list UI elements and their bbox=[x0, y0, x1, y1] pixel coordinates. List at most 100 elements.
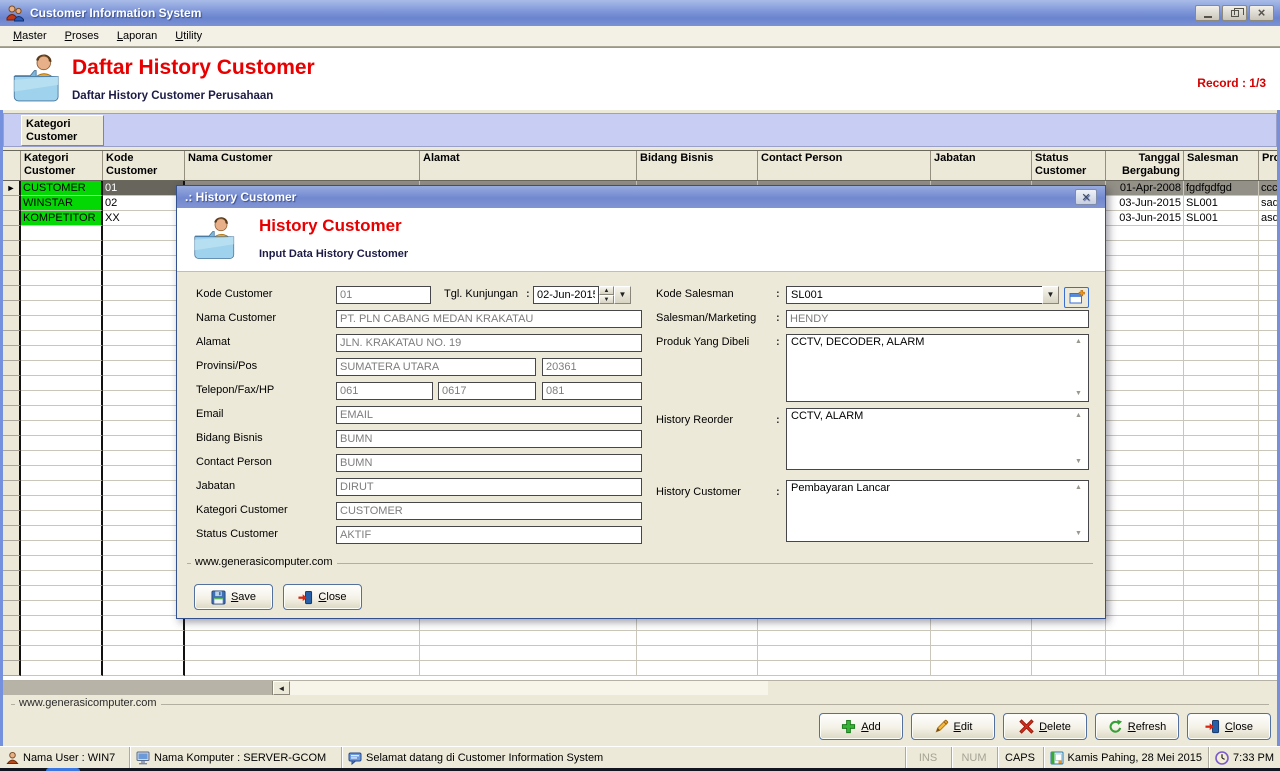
pos-field[interactable] bbox=[542, 358, 642, 376]
row-selector[interactable] bbox=[3, 196, 21, 211]
telepon-field[interactable] bbox=[336, 382, 433, 400]
jabatan-field[interactable] bbox=[336, 478, 642, 496]
save-button[interactable]: Save bbox=[194, 584, 273, 610]
hp-field[interactable] bbox=[542, 382, 642, 400]
fax-field[interactable] bbox=[438, 382, 536, 400]
cell-kategori bbox=[21, 601, 103, 616]
column-header-status[interactable]: Status Customer bbox=[1032, 151, 1106, 180]
cell-bidang bbox=[637, 661, 758, 676]
row-selector bbox=[3, 361, 21, 376]
history-reorder-textarea[interactable]: CCTV, ALARM bbox=[786, 408, 1089, 470]
cell-tanggal bbox=[1106, 661, 1184, 676]
menu-item-master[interactable]: Master bbox=[4, 28, 56, 44]
salesman-marketing-label: Salesman/Marketing bbox=[656, 312, 774, 324]
status-message: Selamat datang di Customer Information S… bbox=[342, 747, 906, 768]
column-header-produk[interactable]: Produk bbox=[1259, 151, 1277, 180]
cell-kode[interactable]: XX bbox=[103, 211, 185, 226]
cell-kategori[interactable]: KOMPETITOR bbox=[21, 211, 103, 226]
cell-salesman[interactable]: SL001 bbox=[1184, 196, 1259, 211]
salesman-marketing-field[interactable] bbox=[786, 310, 1089, 328]
scrollbar-track[interactable] bbox=[290, 681, 768, 695]
cell-produk[interactable]: asda bbox=[1259, 211, 1277, 226]
history-customer-textarea[interactable]: Pembayaran Lancar bbox=[786, 480, 1089, 542]
scroll-up-icon[interactable]: ▲ bbox=[1075, 412, 1102, 419]
cell-tanggal[interactable]: 01-Apr-2008 bbox=[1106, 181, 1184, 196]
dialog-close-action-button[interactable]: Close bbox=[283, 584, 362, 610]
column-header-salesman[interactable]: Salesman bbox=[1184, 151, 1259, 180]
column-header-kategori[interactable]: Kategori Customer bbox=[21, 151, 103, 180]
column-header-kode[interactable]: Kode Customer bbox=[103, 151, 185, 180]
cell-produk[interactable]: cccc bbox=[1259, 181, 1277, 196]
app-users-icon bbox=[6, 4, 24, 22]
scroll-up-icon[interactable]: ▲ bbox=[1075, 338, 1102, 345]
menu-item-utility[interactable]: Utility bbox=[166, 28, 211, 44]
cell-salesman[interactable]: fgdfgdfgd bbox=[1184, 181, 1259, 196]
cell-kategori[interactable]: WINSTAR bbox=[21, 196, 103, 211]
scroll-down-icon[interactable]: ▼ bbox=[1075, 458, 1102, 465]
cell-kode bbox=[103, 361, 185, 376]
cell-produk[interactable]: sada bbox=[1259, 196, 1277, 211]
kode-customer-field[interactable] bbox=[336, 286, 431, 304]
add-button[interactable]: Add bbox=[819, 713, 903, 740]
close-window-button[interactable]: × bbox=[1249, 5, 1274, 21]
new-salesman-button[interactable] bbox=[1064, 287, 1089, 308]
restore-button[interactable] bbox=[1222, 5, 1247, 21]
scroll-down-icon[interactable]: ▼ bbox=[1075, 390, 1102, 397]
refresh-button[interactable]: Refresh bbox=[1095, 713, 1179, 740]
date-spin-up-button[interactable]: ▲ bbox=[599, 286, 614, 295]
bidang-bisnis-field[interactable] bbox=[336, 430, 642, 448]
row-selector[interactable]: ► bbox=[3, 181, 21, 196]
status-user-text: Nama User : WIN7 bbox=[23, 752, 115, 764]
nama-customer-label: Nama Customer bbox=[196, 312, 331, 324]
cell-kategori bbox=[21, 256, 103, 271]
cell-bidang bbox=[637, 631, 758, 646]
cell-tanggal[interactable]: 03-Jun-2015 bbox=[1106, 211, 1184, 226]
scroll-down-icon[interactable]: ▼ bbox=[1075, 530, 1102, 537]
menu-item-laporan[interactable]: Laporan bbox=[108, 28, 166, 44]
delete-button[interactable]: Delete bbox=[1003, 713, 1087, 740]
date-dropdown-button[interactable]: ▼ bbox=[614, 286, 631, 304]
cell-kode[interactable]: 01 bbox=[103, 181, 185, 196]
column-header-nama[interactable]: Nama Customer bbox=[185, 151, 420, 180]
provinsi-field[interactable] bbox=[336, 358, 536, 376]
column-header-tanggal[interactable]: Tanggal Bergabung bbox=[1106, 151, 1184, 180]
column-header-alamat[interactable]: Alamat bbox=[420, 151, 637, 180]
alamat-field[interactable] bbox=[336, 334, 642, 352]
date-input[interactable] bbox=[533, 286, 599, 304]
cell-salesman[interactable]: SL001 bbox=[1184, 211, 1259, 226]
kategori-customer-group-button[interactable]: Kategori Customer bbox=[21, 115, 104, 146]
menu-item-proses[interactable]: Proses bbox=[56, 28, 108, 44]
kode-salesman-input[interactable] bbox=[786, 286, 1042, 304]
row-selector bbox=[3, 601, 21, 616]
cell-tanggal bbox=[1106, 256, 1184, 271]
email-field[interactable] bbox=[336, 406, 642, 424]
nama-customer-field[interactable] bbox=[336, 310, 642, 328]
produk-dibeli-textarea[interactable]: CCTV, DECODER, ALARM bbox=[786, 334, 1089, 402]
cell-tanggal bbox=[1106, 436, 1184, 451]
edit-button[interactable]: Edit bbox=[911, 713, 995, 740]
contact-person-field[interactable] bbox=[336, 454, 642, 472]
dialog-close-button[interactable]: ✕ bbox=[1075, 189, 1097, 205]
minimize-button[interactable] bbox=[1195, 5, 1220, 21]
column-header-jabatan[interactable]: Jabatan bbox=[931, 151, 1032, 180]
cell-tanggal[interactable]: 03-Jun-2015 bbox=[1106, 196, 1184, 211]
cell-tanggal bbox=[1106, 571, 1184, 586]
row-selector bbox=[3, 646, 21, 661]
column-header-contact[interactable]: Contact Person bbox=[758, 151, 931, 180]
cell-status bbox=[1032, 661, 1106, 676]
cell-kode[interactable]: 02 bbox=[103, 196, 185, 211]
scroll-up-icon[interactable]: ▲ bbox=[1075, 484, 1102, 491]
scrollbar-thumb[interactable] bbox=[3, 681, 273, 695]
kategori-customer-field[interactable] bbox=[336, 502, 642, 520]
scroll-left-button[interactable]: ◄ bbox=[273, 681, 290, 695]
column-header-bidang[interactable]: Bidang Bisnis bbox=[637, 151, 758, 180]
cell-tanggal bbox=[1106, 646, 1184, 661]
close-list-button[interactable]: Close bbox=[1187, 713, 1271, 740]
kode-salesman-dropdown-button[interactable]: ▼ bbox=[1042, 286, 1059, 304]
row-selector[interactable] bbox=[3, 211, 21, 226]
status-customer-field[interactable] bbox=[336, 526, 642, 544]
grid-hscrollbar[interactable]: ◄ bbox=[3, 680, 1277, 695]
footer-groupbox: www.generasicomputer.com bbox=[11, 704, 1269, 705]
cell-kategori[interactable]: CUSTOMER bbox=[21, 181, 103, 196]
date-spin-down-button[interactable]: ▼ bbox=[599, 295, 614, 304]
